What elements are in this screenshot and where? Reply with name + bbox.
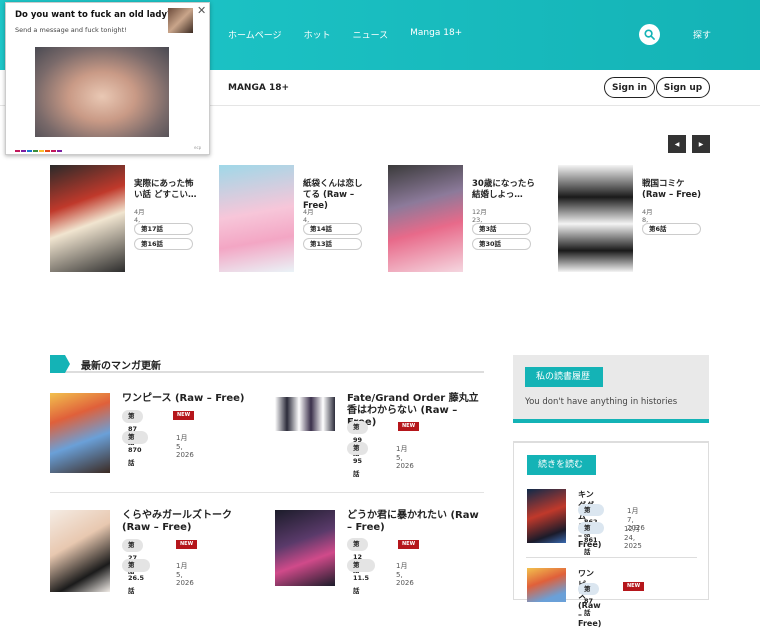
carousel-next-button[interactable]: ▶	[692, 135, 710, 153]
chapter-chip[interactable]: 第17話	[134, 223, 193, 235]
chapter-chip[interactable]: 第6話	[642, 223, 701, 235]
chapter-chip[interactable]: 第99話	[347, 421, 369, 457]
manga-cover[interactable]	[527, 489, 566, 543]
chapter-chip[interactable]: 第870話	[122, 431, 148, 467]
chapter-chip[interactable]: 第11.5話	[347, 559, 376, 595]
manga-cover[interactable]	[275, 510, 335, 586]
ad-thumbnail[interactable]	[168, 8, 193, 33]
manga-cover[interactable]	[558, 165, 633, 272]
ad-popup[interactable]: Do you want to fuck an old lady? Send a …	[5, 2, 210, 155]
latest-item-title[interactable]: ワンピース (Raw – Free)	[122, 393, 262, 405]
chapter-chip[interactable]: 第862話	[578, 504, 604, 538]
latest-section-header: 最新のマンガ更新	[50, 355, 484, 373]
manga-cover[interactable]	[50, 393, 110, 473]
history-panel: 私の読書履歴 You don't have anything in histor…	[513, 355, 709, 423]
list-divider	[526, 557, 697, 558]
continue-reading-panel: 続きを読む キングダム (Raw – Free) 第862話 1月 7, 202…	[513, 441, 709, 628]
chapter-date: 1月 5, 2026	[396, 562, 414, 587]
ad-attribution: ecp	[194, 145, 202, 150]
chapter-chip[interactable]: 第95話	[347, 442, 369, 478]
section-flag-icon	[50, 355, 70, 373]
list-divider	[50, 492, 484, 493]
chapter-chip[interactable]: 第14話	[303, 223, 362, 235]
history-title: 私の読書履歴	[525, 367, 603, 387]
section-title: 最新のマンガ更新	[81, 361, 161, 372]
sub-nav-manga18[interactable]: MANGA 18+	[228, 83, 289, 93]
nav-item-home[interactable]: ホームページ	[228, 28, 282, 41]
ad-title[interactable]: Do you want to fuck an old lady?	[15, 10, 172, 20]
chapter-chip[interactable]: 第3話	[472, 223, 531, 235]
chapter-date: 12月 24, 2025	[624, 525, 642, 550]
chapter-date: 1月 5, 2026	[396, 445, 414, 470]
manga-cover[interactable]	[50, 165, 125, 272]
manga-cover[interactable]	[388, 165, 463, 272]
chapter-chip[interactable]: 第13話	[303, 238, 362, 250]
manga-cover[interactable]	[275, 397, 335, 431]
chapter-chip[interactable]: 第16話	[134, 238, 193, 250]
chapter-chip[interactable]: 第12話	[347, 538, 369, 574]
carousel-prev-button[interactable]: ◀	[668, 135, 686, 153]
signin-button[interactable]: Sign in	[604, 77, 655, 98]
manga-cover[interactable]	[50, 510, 110, 592]
nav-item-news[interactable]: ニュース	[353, 28, 389, 41]
latest-item-title[interactable]: どうか君に暴かれたい (Raw – Free)	[347, 510, 487, 534]
chapter-chip[interactable]: 第87話	[578, 583, 600, 617]
ad-subtitle: Send a message and fuck tonight!	[15, 26, 127, 34]
close-icon[interactable]: ✕	[197, 4, 206, 17]
nav-item-manga18[interactable]: Manga 18+	[410, 28, 462, 41]
chapter-chip[interactable]: 第30話	[472, 238, 531, 250]
new-badge: NEW	[398, 540, 420, 549]
ad-image[interactable]	[35, 47, 169, 137]
chapter-chip[interactable]: 第861話	[578, 522, 604, 556]
new-badge: NEW	[398, 422, 420, 431]
search-button[interactable]	[639, 24, 660, 45]
new-badge: NEW	[173, 411, 195, 420]
chapter-date: 1月 5, 2026	[176, 562, 194, 587]
latest-item-title[interactable]: くらやみガールズトーク (Raw – Free)	[122, 510, 262, 534]
signup-button[interactable]: Sign up	[656, 77, 710, 98]
carousel-item-title[interactable]: 戦国コミケ (Raw – Free)	[642, 179, 706, 201]
ad-color-dots	[15, 150, 62, 152]
new-badge: NEW	[176, 540, 198, 549]
main-nav: ホームページ ホット ニュース Manga 18+	[228, 28, 484, 41]
manga-cover[interactable]	[527, 568, 566, 602]
manga-cover[interactable]	[219, 165, 294, 272]
explore-link[interactable]: 探す	[693, 28, 711, 41]
carousel-item-title[interactable]: 実際にあった怖い話 どすこい…	[134, 179, 198, 201]
search-icon	[644, 29, 655, 40]
history-empty-text: You don't have anything in histories	[525, 397, 678, 407]
continue-title: 続きを読む	[527, 455, 596, 475]
chapter-date: 1月 5, 2026	[176, 434, 194, 459]
new-badge: NEW	[623, 582, 645, 591]
chapter-chip[interactable]: 第27話	[122, 539, 144, 575]
nav-item-hot[interactable]: ホット	[304, 28, 331, 41]
chapter-chip[interactable]: 第87話	[122, 410, 144, 446]
carousel-item-title[interactable]: 30歳になったら結婚しよっ…	[472, 179, 536, 201]
chapter-chip[interactable]: 第26.5話	[122, 559, 151, 595]
